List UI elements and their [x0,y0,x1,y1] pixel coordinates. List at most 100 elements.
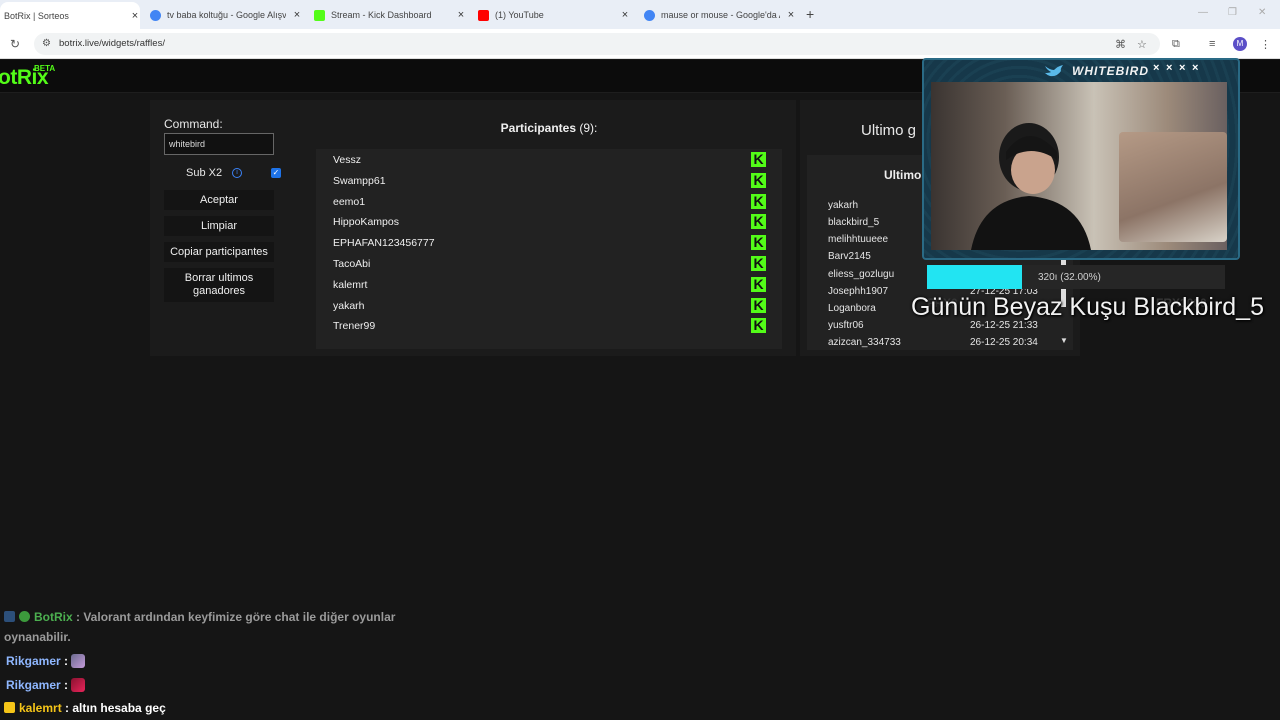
streamer-silhouette [971,123,1091,250]
winner-name: Barv2145 [828,251,871,262]
winner-date: 26-12-25 20:34 [970,337,1038,348]
close-tab-icon[interactable]: × [620,9,630,21]
chat-username: kalemrt [19,701,62,715]
close-icon: × [1153,62,1160,74]
info-icon[interactable]: i [232,168,242,178]
participants-title: Participantes [500,121,577,135]
participant-name: kalemrt [333,278,368,291]
participant-name: TacoAbi [333,258,371,270]
kick-icon: K [751,152,766,167]
address-bar-row: ↻ ⚙ botrix.live/widgets/raffles/ ⌘ ☆ ⧉ ≡… [0,29,1280,59]
close-icon: × [1192,62,1199,74]
chat-separator: : [72,610,84,624]
sub-x2-label: Sub X2 [186,167,223,179]
bird-icon [1045,65,1063,77]
participant-name: yakarh [333,299,365,312]
participant-row: HippoKampos K [316,212,782,233]
cam-name: WHITEBIRD [1072,64,1149,78]
kick-icon: K [751,214,766,230]
accept-button[interactable]: Aceptar [164,190,274,210]
extensions-icon[interactable]: ⧉ [1172,38,1180,51]
winner-name: Loganbora [828,303,876,314]
tab-title: BotRix | Sorteos [4,10,69,21]
profile-avatar[interactable]: M [1233,37,1247,51]
participant-row: kalemrt K [316,275,782,296]
clear-button[interactable]: Limpiar [164,216,274,236]
chat-separator: : [60,678,72,692]
minimize-icon[interactable]: — [1198,7,1208,18]
chat-separator: : [60,654,72,668]
close-tab-icon[interactable]: × [456,9,466,21]
chat-message: Rikgamer : [6,654,86,668]
tab-title: Stream - Kick Dashboard [331,10,432,20]
scroll-down-icon[interactable]: ▼ [1060,336,1068,345]
participant-row: eemo1 K [316,192,782,213]
tab-google-shopping[interactable]: tv baba koltuğu - Google Alışveriş × [146,4,302,26]
participant-name: eemo1 [333,195,366,208]
participants-heading: Participantes (9): [316,121,782,135]
participant-row: EPHAFAN123456777 K [316,233,782,254]
menu-kebab-icon[interactable]: ⋮ [1260,38,1271,51]
participant-row: Trener99 K [316,316,782,337]
kick-icon: K [751,235,766,251]
chat-text: altın hesaba geç [72,701,166,715]
tab-google-search[interactable]: mause or mouse - Google'da Ara × [640,4,796,26]
winner-name: blackbird_5 [828,217,880,228]
chat-username: BotRix [34,610,73,624]
browser-tab-bar: BotRix | Sorteos × tv baba koltuğu - Goo… [0,0,1280,29]
kick-icon: K [751,172,766,188]
participant-row: TacoAbi K [316,254,782,275]
cam-header: WHITEBIRD [1044,62,1149,80]
site-settings-icon[interactable]: ⚙ [42,38,51,49]
copy-participants-button[interactable]: Copiar participantes [164,242,274,262]
participant-row: yakarh K [316,296,782,317]
tab-botrix[interactable]: BotRix | Sorteos × [0,2,140,29]
participants-list[interactable]: Vessz K Swampp61 Keemo1 K HippoKampos K EPHAFAN… [316,149,782,349]
participant-name: HippoKampos [333,216,399,229]
chat-text: Valorant ardından keyfimize göre chat il… [83,610,396,624]
kick-icon [314,9,325,21]
participant-row: Vessz K [316,150,782,171]
close-icon: × [1179,62,1186,74]
winner-name: yakarh [828,200,859,211]
beta-badge: BETA [34,64,56,73]
command-input[interactable] [164,133,274,155]
translate-icon[interactable]: ⌘ [1115,38,1126,51]
bot-badge-icon [4,611,15,622]
goal-progress-text: 320ı (32.00%) [1038,272,1101,283]
chat-message: kalemrt : altın hesaba geç [4,701,166,715]
crown-badge-icon [4,702,15,713]
chat-username: Rikgamer [6,654,61,668]
google-icon [644,9,655,21]
goal-title: Günün Beyaz Kuşu Blackbird_5 [911,293,1264,321]
tab-youtube[interactable]: (1) YouTube × [474,4,630,26]
kick-icon: K [751,256,766,271]
url-text[interactable]: botrix.live/widgets/raffles/ [59,38,165,49]
omnibox[interactable]: ⚙ botrix.live/widgets/raffles/ [34,33,1160,55]
tab-kick-dashboard[interactable]: Stream - Kick Dashboard × [310,4,466,26]
close-tab-icon[interactable]: × [292,9,302,21]
command-label: Command: [164,117,223,131]
tab-title: mause or mouse - Google'da Ara [661,10,780,20]
winner-name: azizcan_334733 [828,337,901,348]
reload-icon[interactable]: ↻ [10,37,20,51]
close-tab-icon[interactable]: × [786,9,796,21]
participant-name: Vessz [333,154,362,166]
bookmark-star-icon[interactable]: ☆ [1137,38,1147,51]
sub-x2-checkbox[interactable]: ✓ [271,168,281,178]
new-tab-button[interactable]: + [806,6,814,22]
tab-title: tv baba koltuğu - Google Alışveriş [167,10,286,20]
tab-title: (1) YouTube [495,10,544,20]
media-controls-icon[interactable]: ≡ [1209,38,1215,50]
participant-name: Trener99 [333,320,376,333]
maximize-icon[interactable]: ❐ [1228,7,1237,18]
webcam-video [931,82,1227,250]
close-tab-icon[interactable]: × [130,10,140,22]
close-window-icon[interactable]: ✕ [1258,7,1266,18]
bed-shape [1119,132,1227,242]
winner-name: eliess_gozlugu [828,269,895,280]
delete-winners-button[interactable]: Borrar ultimos ganadores [164,268,274,302]
botrix-page: otRix BETA Ultimo g Ultimo yakarh blackbi… [0,58,1280,720]
chat-message: Rikgamer : [6,678,86,692]
chat-separator: : [61,701,73,715]
